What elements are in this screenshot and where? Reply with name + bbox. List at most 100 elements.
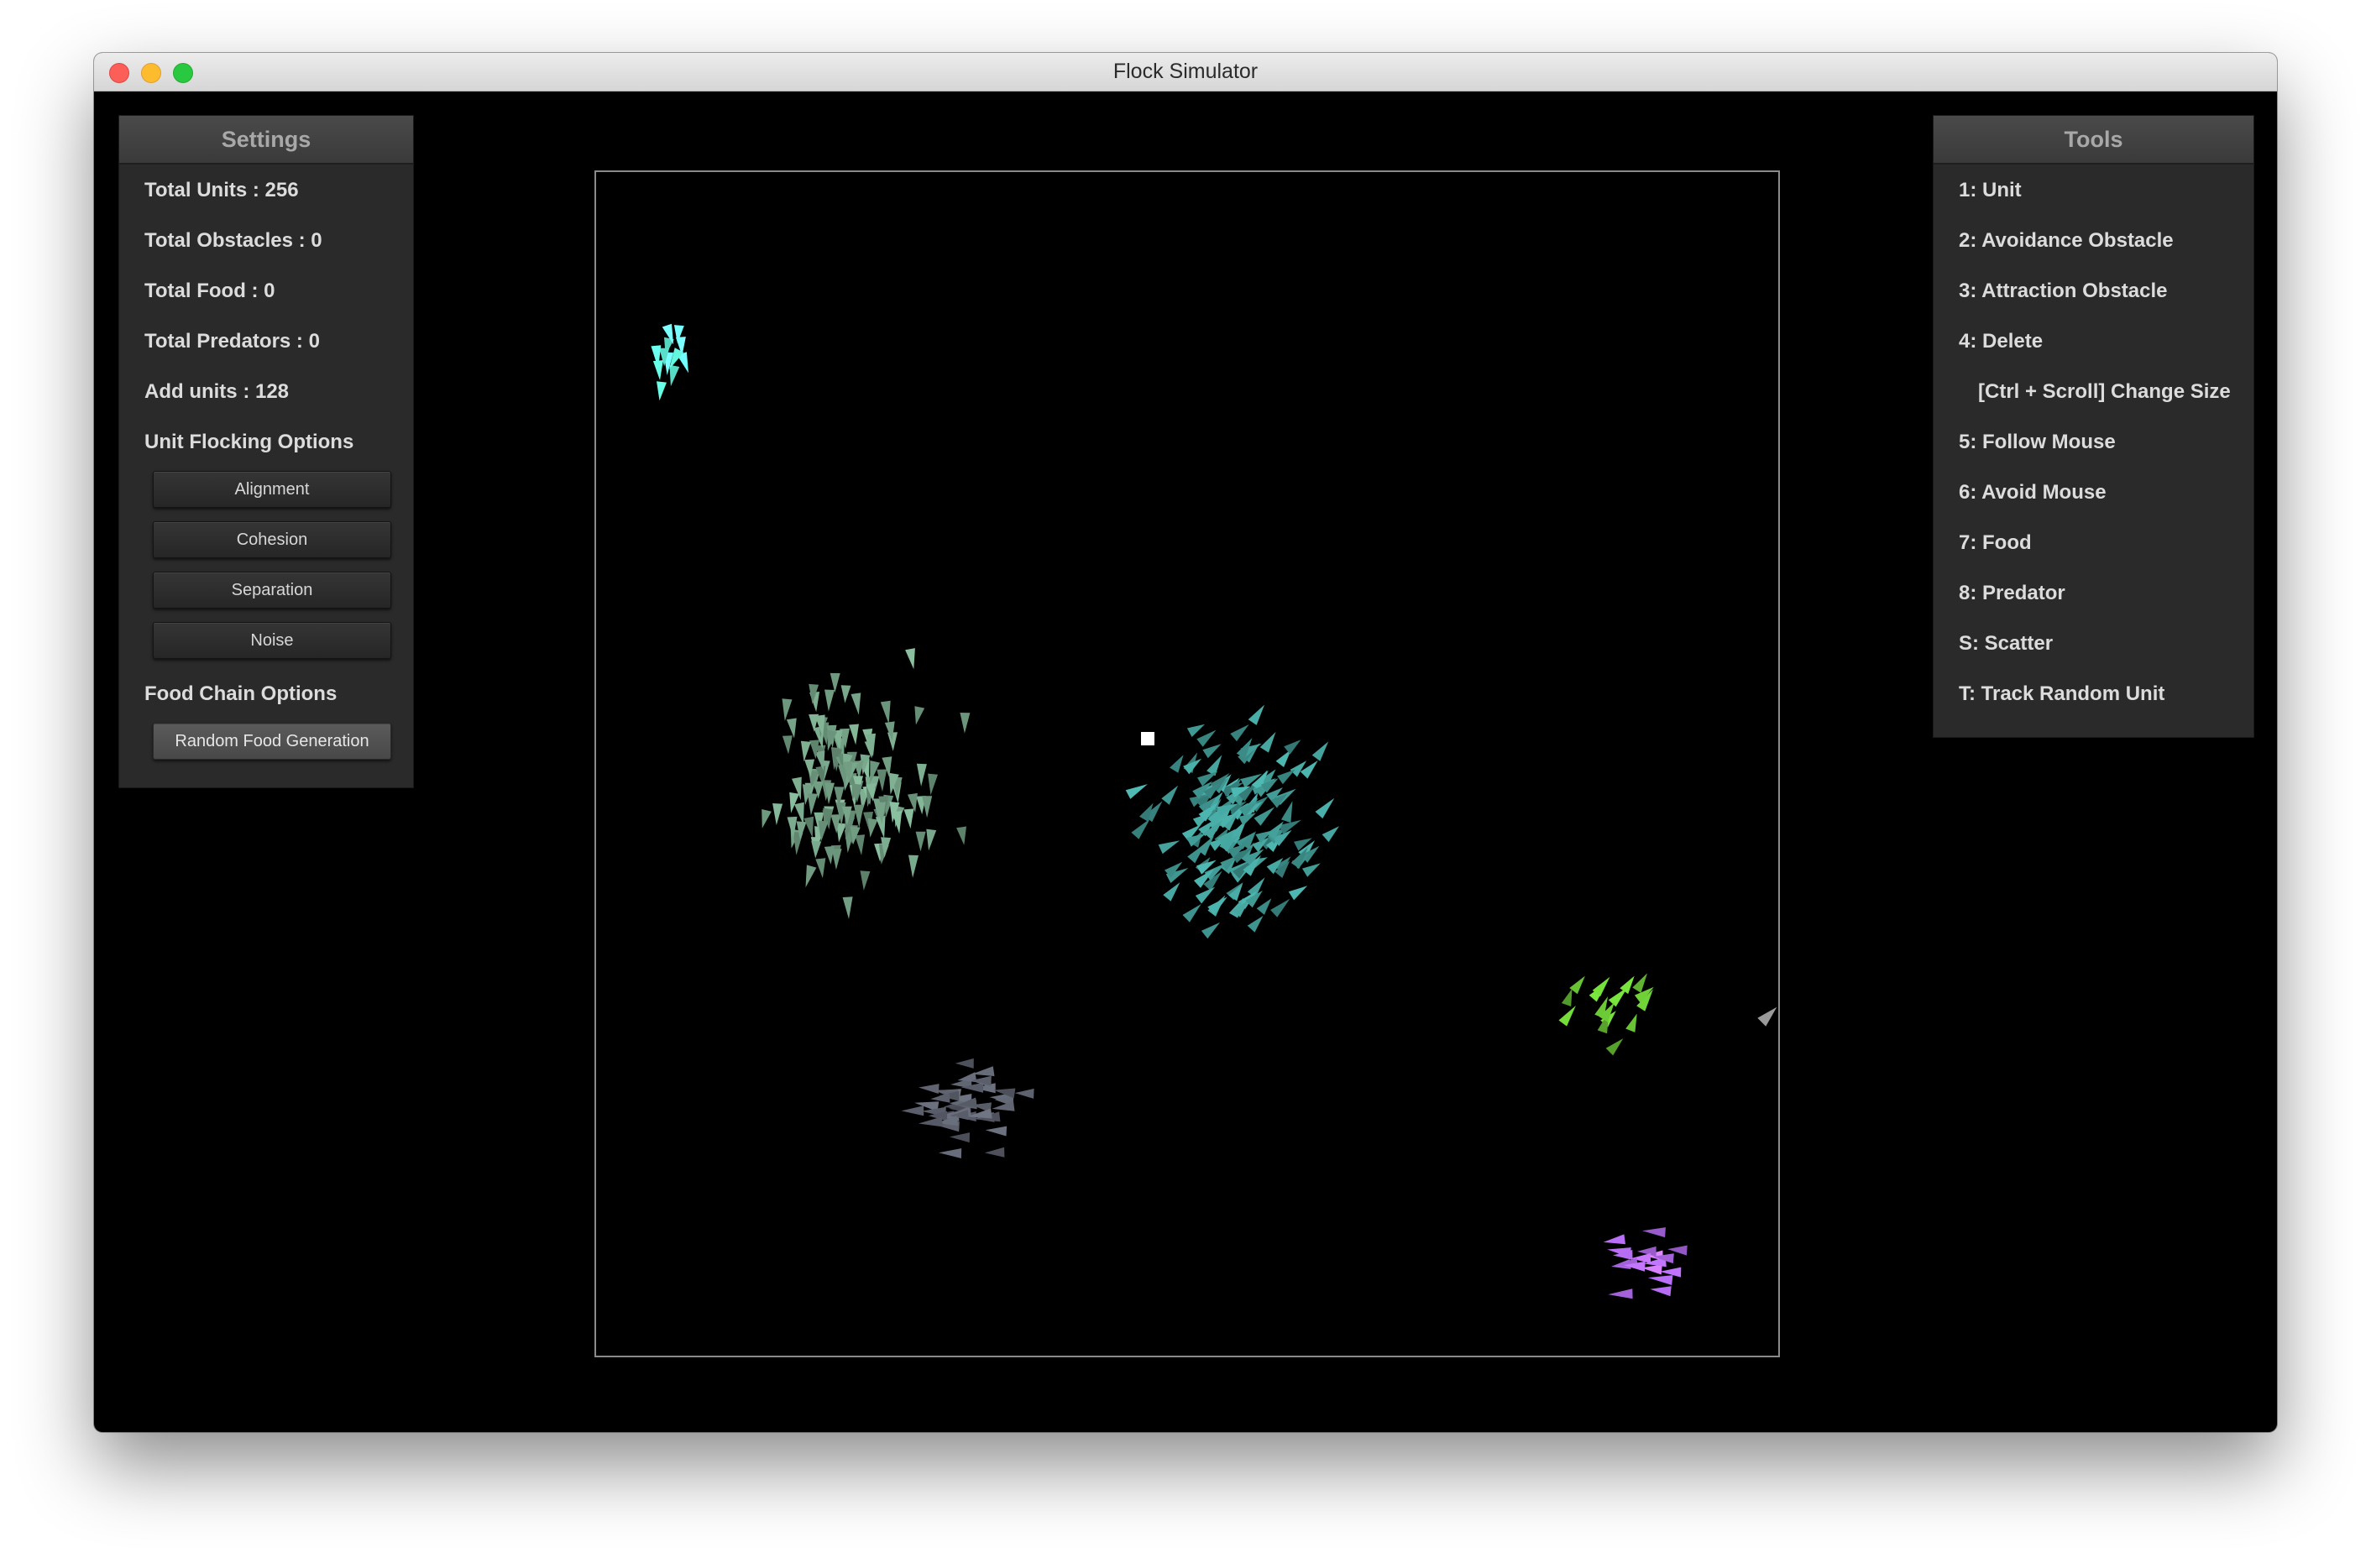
boid-unit	[1259, 731, 1276, 753]
boid-unit	[985, 1126, 1008, 1137]
boid-unit	[956, 826, 966, 845]
boid-unit	[1603, 1234, 1625, 1245]
sage-flock	[762, 648, 971, 919]
boid-unit	[772, 803, 783, 826]
boid-unit	[782, 698, 793, 721]
boid-unit	[877, 769, 887, 792]
boid-unit	[1201, 922, 1220, 939]
tool-scatter[interactable]: S: Scatter	[1959, 632, 2053, 656]
alignment-button[interactable]: Alignment	[153, 471, 391, 508]
boid-unit	[824, 689, 835, 712]
boid-unit	[955, 1058, 974, 1069]
boid-unit	[1647, 1275, 1673, 1285]
teal-flock	[1125, 704, 1339, 939]
boid-unit	[918, 1116, 943, 1127]
boid-unit	[786, 718, 797, 739]
boid-unit	[1195, 886, 1216, 904]
boid-unit	[1322, 826, 1339, 843]
boid-unit	[960, 713, 971, 734]
boid-unit	[840, 685, 851, 703]
boid-unit	[1270, 898, 1290, 917]
boid-unit	[1311, 741, 1329, 761]
boid-unit	[803, 816, 814, 838]
tool-unit[interactable]: 1: Unit	[1959, 179, 2022, 202]
boid-unit	[1014, 1088, 1034, 1099]
tool-follow-mouse[interactable]: 5: Follow Mouse	[1959, 431, 2116, 454]
purple-flock	[1603, 1227, 1688, 1299]
boid-unit	[1302, 863, 1321, 877]
mouse-cursor-marker	[1141, 732, 1154, 745]
boid-unit	[916, 763, 927, 787]
boid-unit	[1632, 973, 1647, 993]
tool-delete[interactable]: 4: Delete	[1959, 330, 2043, 353]
add-units-stat[interactable]: Add units : 128	[144, 380, 289, 404]
title-bar[interactable]: Flock Simulator	[94, 53, 2277, 91]
separation-button[interactable]: Separation	[153, 572, 391, 609]
boid-unit	[1186, 724, 1206, 737]
boid-unit	[1170, 755, 1184, 773]
boid-unit	[807, 793, 818, 816]
boid-unit	[1277, 769, 1295, 785]
cyan-flock	[651, 323, 688, 401]
boid-unit	[1182, 904, 1201, 923]
boid-unit	[867, 818, 878, 838]
boid-unit	[1642, 1227, 1666, 1238]
boid-unit	[815, 858, 826, 879]
simulation-svg	[651, 323, 1777, 1299]
boid-unit	[1608, 1288, 1633, 1299]
boid-unit	[1161, 785, 1179, 805]
green-flock	[1558, 973, 1654, 1056]
boid-unit	[824, 845, 835, 865]
tool-predator[interactable]: 8: Predator	[1959, 582, 2065, 605]
app-window: Flock Simulator Settings Total Units : 2…	[94, 53, 2277, 1432]
random-food-generation-button[interactable]: Random Food Generation	[153, 723, 391, 760]
tool-change-size-hint: [Ctrl + Scroll] Change Size	[1978, 380, 2231, 403]
tool-food[interactable]: 7: Food	[1959, 531, 2032, 555]
boid-unit	[1202, 744, 1222, 759]
boid-unit	[926, 828, 937, 851]
unit-flocking-options-label: Unit Flocking Options	[144, 431, 354, 453]
boid-unit	[652, 360, 663, 380]
cohesion-button[interactable]: Cohesion	[153, 521, 391, 558]
tools-header: Tools	[1934, 116, 2253, 165]
boid-unit	[1608, 987, 1628, 1007]
boid-unit	[1315, 797, 1335, 819]
boid-unit	[1650, 1286, 1672, 1297]
boid-unit	[657, 381, 667, 401]
boid-unit	[1158, 840, 1180, 855]
boid-unit	[1288, 886, 1308, 901]
boid-unit	[805, 865, 817, 888]
tool-attraction-obstacle[interactable]: 3: Attraction Obstacle	[1959, 280, 2168, 303]
boid-unit	[762, 809, 772, 828]
total-units-stat: Total Units : 256	[144, 179, 299, 201]
boid-unit	[1247, 916, 1264, 933]
boid-unit	[928, 773, 938, 796]
boid-unit	[800, 740, 811, 762]
boid-unit	[1131, 818, 1150, 839]
boid-unit	[880, 700, 891, 724]
stray-unit	[1757, 1006, 1777, 1027]
boid-unit	[1256, 898, 1272, 915]
tools-panel: Tools 1: Unit 2: Avoidance Obstacle 3: A…	[1934, 116, 2253, 737]
noise-button[interactable]: Noise	[153, 622, 391, 659]
boid-unit	[851, 693, 861, 715]
tool-avoid-mouse[interactable]: 6: Avoid Mouse	[1959, 481, 2107, 504]
tool-avoidance-obstacle[interactable]: 2: Avoidance Obstacle	[1959, 229, 2174, 253]
food-chain-options-label: Food Chain Options	[144, 682, 338, 705]
boid-unit	[782, 735, 793, 755]
boid-unit	[1558, 1006, 1576, 1027]
boid-unit	[908, 855, 919, 878]
boid-unit	[950, 1132, 970, 1143]
boid-unit	[860, 870, 871, 891]
boid-unit	[903, 808, 914, 829]
boid-unit	[669, 364, 680, 387]
simulation-canvas[interactable]	[594, 170, 1780, 1357]
boid-unit	[984, 1147, 1005, 1158]
boid-unit	[892, 811, 903, 834]
boid-unit	[853, 804, 864, 828]
boid-unit	[915, 831, 926, 852]
tool-track-random-unit[interactable]: T: Track Random Unit	[1959, 682, 2164, 706]
boid-unit	[1196, 729, 1217, 747]
boid-unit	[930, 1092, 950, 1103]
boid-unit	[914, 706, 925, 725]
